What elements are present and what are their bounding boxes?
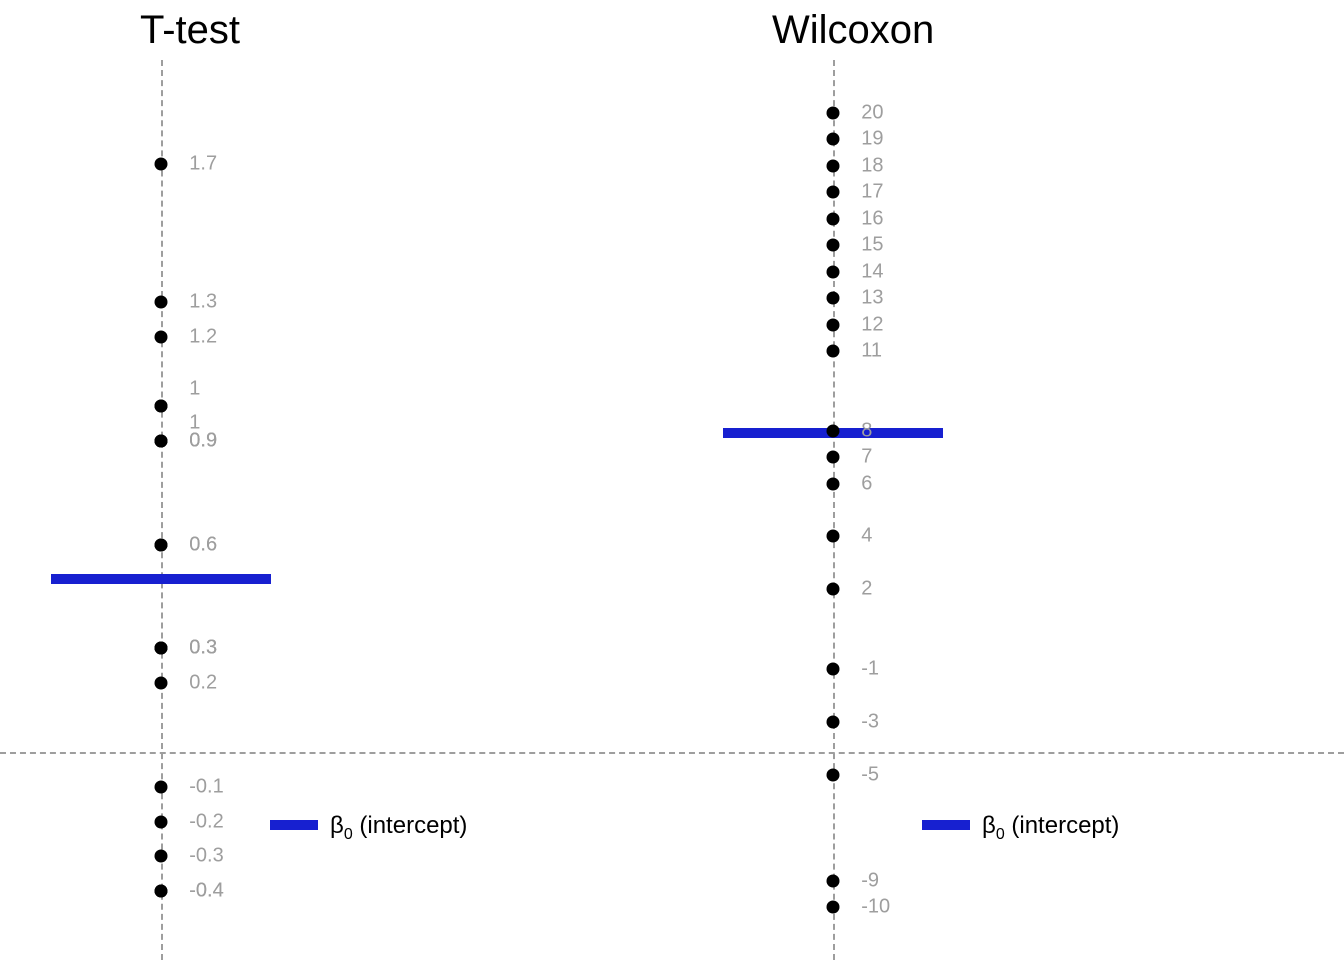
legend-label: β0 (intercept) [330,812,467,844]
data-point [155,884,168,897]
data-point-label: -0.3 [189,845,223,868]
data-point [827,715,840,728]
data-point-label: 1.3 [189,291,217,314]
data-point-label: -10 [861,896,890,919]
legend-swatch [270,820,318,830]
legend-label: β0 (intercept) [982,812,1119,844]
data-point-label: -3 [861,710,879,733]
data-point [155,780,168,793]
data-point-label: 20 [861,101,883,124]
data-point [827,239,840,252]
data-point-label: 4 [861,525,872,548]
data-point-label: -5 [861,763,879,786]
data-point-label: 15 [861,234,883,257]
data-point-label: 1.7 [189,152,217,175]
data-point [155,815,168,828]
data-point-label: 1.2 [189,325,217,348]
data-point [827,768,840,781]
panel-title: Wilcoxon [772,8,934,53]
data-point [155,677,168,690]
data-point-label: -1 [861,657,879,680]
data-point [155,850,168,863]
data-point [155,157,168,170]
data-point [827,318,840,331]
data-point [827,186,840,199]
data-point [827,265,840,278]
data-point [827,424,840,437]
panel-t-test: T-test β0 (intercept) 1.71.31.2110.90.90… [0,0,672,960]
data-point [827,212,840,225]
panel-title: T-test [140,8,240,53]
figure: T-test β0 (intercept) 1.71.31.2110.90.90… [0,0,1344,960]
data-point-label: 2 [861,578,872,601]
data-point-label: 16 [861,207,883,230]
data-point-label: -0.1 [189,775,223,798]
data-point-label: 8 [861,419,872,442]
data-point [827,477,840,490]
data-point [155,642,168,655]
data-point-label: 0.9 [189,429,217,452]
data-point-label: 17 [861,181,883,204]
legend-swatch [922,820,970,830]
data-point [827,874,840,887]
data-point [827,292,840,305]
data-point [827,106,840,119]
data-point [155,296,168,309]
data-point-label: 1 [189,377,200,400]
data-point [827,345,840,358]
data-point-label: -0.2 [189,810,223,833]
intercept-line [51,574,271,584]
data-point [827,530,840,543]
data-point [155,400,168,413]
data-point-label: 13 [861,287,883,310]
data-point-label: 18 [861,154,883,177]
data-point-label: 19 [861,128,883,151]
data-point [827,662,840,675]
data-point-label: 12 [861,313,883,336]
data-point-label: -9 [861,869,879,892]
data-point-label: 0.2 [189,672,217,695]
data-point-label: 14 [861,260,883,283]
data-point [827,159,840,172]
data-point [827,133,840,146]
data-point [155,330,168,343]
panel-wilcoxon: Wilcoxon β0 (intercept) 20 19 18 17 16 15 14 13… [672,0,1344,960]
data-point-label: 0.3 [189,637,217,660]
data-point [155,538,168,551]
data-point-label: 0.6 [189,533,217,556]
data-point-label: 11 [861,340,882,363]
data-point-label: -0.4 [189,879,223,902]
data-point-label: 7 [861,446,872,469]
data-point [155,434,168,447]
data-point [827,451,840,464]
data-point [827,583,840,596]
data-point-label: 6 [861,472,872,495]
data-point [827,901,840,914]
